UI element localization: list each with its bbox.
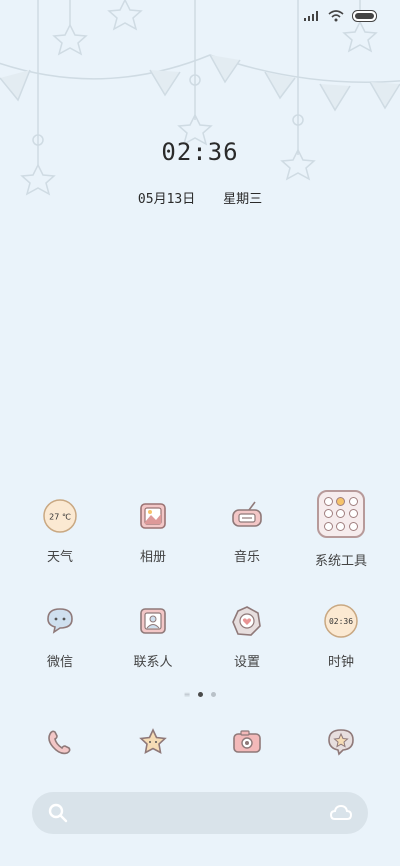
menu-lines-icon: ≡ <box>183 690 191 699</box>
clock-time-badge: 02:36 <box>329 617 353 626</box>
chat-bubble-icon <box>47 608 73 634</box>
lock-clock-date: 05月13日 星期三 <box>0 188 400 207</box>
signal-bars-icon <box>304 11 318 21</box>
app-weather[interactable]: 27 ℃ 天气 <box>10 496 110 565</box>
page-dot[interactable] <box>211 692 217 697</box>
app-label: 设置 <box>233 655 260 670</box>
search-bar[interactable] <box>32 792 368 834</box>
app-label: 时钟 <box>327 655 354 670</box>
cloud-icon[interactable] <box>330 803 352 823</box>
folder-icon <box>317 490 365 538</box>
dock-star-bubble[interactable] <box>291 722 391 762</box>
date-text: 05月13日 <box>137 192 196 207</box>
app-clock[interactable]: 02:36 时钟 <box>291 601 391 670</box>
lock-clock-time: 02:36 <box>161 138 239 166</box>
radio-icon <box>232 501 262 527</box>
app-label: 音乐 <box>233 550 260 565</box>
weekday-text: 星期三 <box>223 192 263 207</box>
wifi-icon <box>328 10 344 22</box>
garland-decoration <box>0 0 400 196</box>
clock-icon: 02:36 <box>324 604 358 638</box>
weather-temp-badge: 27 ℃ <box>49 513 71 522</box>
app-wechat[interactable]: 微信 <box>10 601 110 670</box>
app-settings[interactable]: 设置 <box>197 601 297 670</box>
app-contacts[interactable]: 联系人 <box>103 601 203 670</box>
phone-icon <box>48 730 71 755</box>
star-bubble-icon <box>328 729 354 756</box>
search-icon[interactable] <box>48 803 68 823</box>
app-label: 天气 <box>46 550 73 565</box>
page-dot-active[interactable] <box>198 692 204 697</box>
page-indicator[interactable]: ≡ <box>0 690 400 699</box>
status-bar <box>304 10 378 22</box>
battery-icon <box>352 10 377 22</box>
star-icon <box>139 728 167 754</box>
settings-heart-icon <box>232 606 261 636</box>
weather-icon: 27 ℃ <box>43 499 77 533</box>
dock-camera[interactable] <box>197 722 297 762</box>
app-folder-system-tools[interactable]: 系统工具 <box>291 490 391 569</box>
camera-icon <box>233 730 261 753</box>
app-gallery[interactable]: 相册 <box>103 496 203 565</box>
app-music[interactable]: 音乐 <box>197 496 297 565</box>
app-label: 微信 <box>46 655 73 670</box>
gallery-icon <box>140 503 166 529</box>
dock-phone[interactable] <box>10 722 110 762</box>
app-label: 系统工具 <box>314 554 367 569</box>
app-label: 相册 <box>139 550 166 565</box>
dock-star[interactable] <box>103 722 203 762</box>
app-label: 联系人 <box>133 655 173 670</box>
contact-card-icon <box>140 608 166 634</box>
